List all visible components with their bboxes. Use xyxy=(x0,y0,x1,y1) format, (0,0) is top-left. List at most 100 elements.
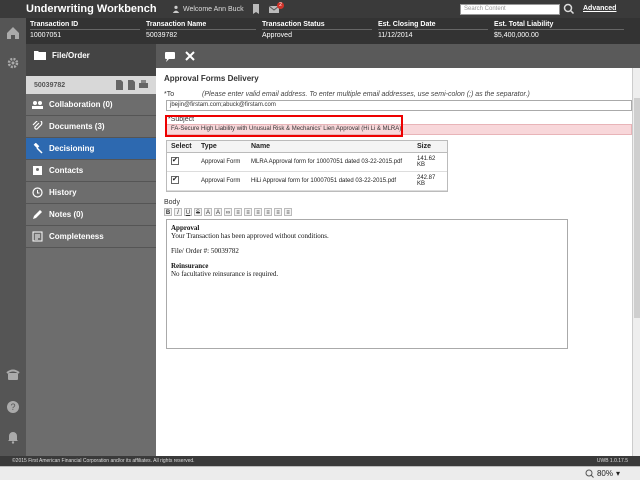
editor-toolbar: B I U S A A ∞ ≡ ≡ ≡ ≡ ≡ ≡ xyxy=(164,208,292,218)
column-header-select: Select xyxy=(167,141,197,153)
sidebar: File/Order 50039782 Collaboration (0) Do… xyxy=(26,44,156,456)
checklist-icon xyxy=(32,231,43,242)
body-editor[interactable]: Approval Your Transaction has been approv… xyxy=(166,219,568,349)
bell-icon[interactable] xyxy=(6,430,20,444)
gavel-icon xyxy=(33,143,43,154)
zoom-icon xyxy=(585,469,594,478)
sidebar-item-decisioning[interactable]: Decisioning xyxy=(26,138,156,160)
attachment-size: 242.87 KB xyxy=(413,171,447,191)
app-title: Underwriting Workbench xyxy=(26,3,157,15)
transaction-status: Transaction Status Approved xyxy=(262,21,372,39)
body-text: Your Transaction has been approved witho… xyxy=(171,232,329,240)
column-header-type: Type xyxy=(197,141,247,153)
to-email-field[interactable]: jbejin@firstam.com;abuck@firstam.com xyxy=(166,100,632,111)
file-order-header[interactable]: File/Order xyxy=(26,44,156,60)
strikethrough-button[interactable]: S xyxy=(194,208,202,216)
paperclip-icon xyxy=(32,121,43,130)
scroll-thumb[interactable] xyxy=(634,98,640,318)
unordered-list-icon[interactable]: ≡ xyxy=(244,208,252,216)
bookmark-icon[interactable] xyxy=(250,3,262,15)
attachment-type: Approval Form xyxy=(197,171,247,191)
svg-text:?: ? xyxy=(10,402,15,412)
close-icon[interactable] xyxy=(184,50,196,62)
body-heading-approval: Approval xyxy=(171,224,200,232)
collaboration-icon xyxy=(32,101,43,109)
body-heading-reinsurance: Reinsurance xyxy=(171,262,209,270)
align-left-icon[interactable]: ≡ xyxy=(254,208,262,216)
contacts-icon xyxy=(33,166,42,175)
column-header-size: Size xyxy=(413,141,447,153)
pdf-icon[interactable] xyxy=(115,80,124,90)
body-text: File/ Order #: 50039782 xyxy=(171,247,239,255)
sidebar-item-completeness[interactable]: Completeness xyxy=(26,226,156,248)
body-text: No facultative reinsurance is required. xyxy=(171,270,279,278)
user-icon xyxy=(172,5,180,13)
main-toolbar xyxy=(156,44,640,68)
file-number: 50039782 xyxy=(34,81,66,89)
main-panel: Approval Forms Delivery *To (Please ente… xyxy=(156,44,640,456)
help-icon[interactable]: ? xyxy=(6,400,20,414)
top-bar: Underwriting Workbench Welcome Ann Buck … xyxy=(0,0,640,18)
highlight-color-icon[interactable]: A xyxy=(214,208,222,216)
sidebar-item-history[interactable]: History xyxy=(26,182,156,204)
underline-button[interactable]: U xyxy=(184,208,192,216)
to-label: *To xyxy=(164,91,175,98)
subject-highlight-box xyxy=(165,115,403,137)
font-color-icon[interactable]: A xyxy=(204,208,212,216)
copyright-text: ©2015 First American Financial Corporati… xyxy=(12,458,195,464)
version-text: UWB 1.0.17.5 xyxy=(596,458,628,464)
justify-icon[interactable]: ≡ xyxy=(284,208,292,216)
sidebar-header: File/Order xyxy=(26,44,156,76)
left-rail: ? xyxy=(0,18,26,456)
align-right-icon[interactable]: ≡ xyxy=(274,208,282,216)
column-header-name: Name xyxy=(247,141,413,153)
attachment-size: 141.62 KB xyxy=(413,152,447,172)
to-hint: (Please enter valid email address. To en… xyxy=(202,91,530,98)
file-number-row: 50039782 xyxy=(26,76,156,94)
sidebar-item-collaboration[interactable]: Collaboration (0) xyxy=(26,94,156,116)
attachments-table: Select Type Name Size Approval Form MLRA… xyxy=(166,140,448,192)
print-icon[interactable] xyxy=(139,80,148,90)
select-checkbox[interactable] xyxy=(171,156,179,165)
transaction-name: Transaction Name 50039782 xyxy=(146,21,256,39)
bold-button[interactable]: B xyxy=(164,208,172,216)
send-message-icon[interactable] xyxy=(164,50,176,62)
select-checkbox[interactable] xyxy=(171,175,179,184)
browser-status-bar: 80% ▾ xyxy=(0,466,640,480)
table-row: Approval Form HiLi Approval form for 100… xyxy=(167,171,447,191)
advanced-search-link[interactable]: Advanced xyxy=(583,5,616,12)
clock-icon xyxy=(32,187,43,198)
chevron-down-icon: ▾ xyxy=(615,469,620,478)
body-label: Body xyxy=(164,199,180,206)
footer: ©2015 First American Financial Corporati… xyxy=(0,456,640,466)
link-icon[interactable]: ∞ xyxy=(224,208,232,216)
form-title: Approval Forms Delivery xyxy=(164,74,259,83)
attachment-name[interactable]: MLRA Approval form for 10007051 dated 03… xyxy=(247,152,413,172)
welcome-text: Welcome Ann Buck xyxy=(172,5,244,13)
table-header-row: Select Type Name Size xyxy=(167,141,447,153)
sidebar-item-documents[interactable]: Documents (3) xyxy=(26,116,156,138)
table-row: Approval Form MLRA Approval form for 100… xyxy=(167,152,447,172)
phone-icon[interactable] xyxy=(6,368,20,382)
est-total-liability: Est. Total Liability $5,400,000.00 xyxy=(494,21,624,39)
ordered-list-icon[interactable]: ≡ xyxy=(234,208,242,216)
scrollbar[interactable] xyxy=(632,68,640,456)
attachment-name[interactable]: HiLi Approval form for 10007051 dated 03… xyxy=(247,171,413,191)
home-icon[interactable] xyxy=(6,26,20,40)
pencil-icon xyxy=(33,210,42,219)
sidebar-item-contacts[interactable]: Contacts xyxy=(26,160,156,182)
align-center-icon[interactable]: ≡ xyxy=(264,208,272,216)
pdf-icon[interactable] xyxy=(127,80,136,90)
est-closing-date: Est. Closing Date 11/12/2014 xyxy=(378,21,488,39)
transaction-info-bar: Transaction ID 10007051 Transaction Name 5… xyxy=(26,18,640,44)
gear-icon[interactable] xyxy=(6,56,20,70)
transaction-id: Transaction ID 10007051 xyxy=(30,21,140,39)
search-icon[interactable] xyxy=(563,3,575,15)
search-input[interactable]: Search Content xyxy=(460,4,560,15)
zoom-control[interactable]: 80% ▾ xyxy=(585,469,620,478)
attachment-type: Approval Form xyxy=(197,152,247,172)
italic-button[interactable]: I xyxy=(174,208,182,216)
sidebar-item-notes[interactable]: Notes (0) xyxy=(26,204,156,226)
folder-icon xyxy=(34,51,46,60)
notification-badge: 2 xyxy=(277,2,284,9)
